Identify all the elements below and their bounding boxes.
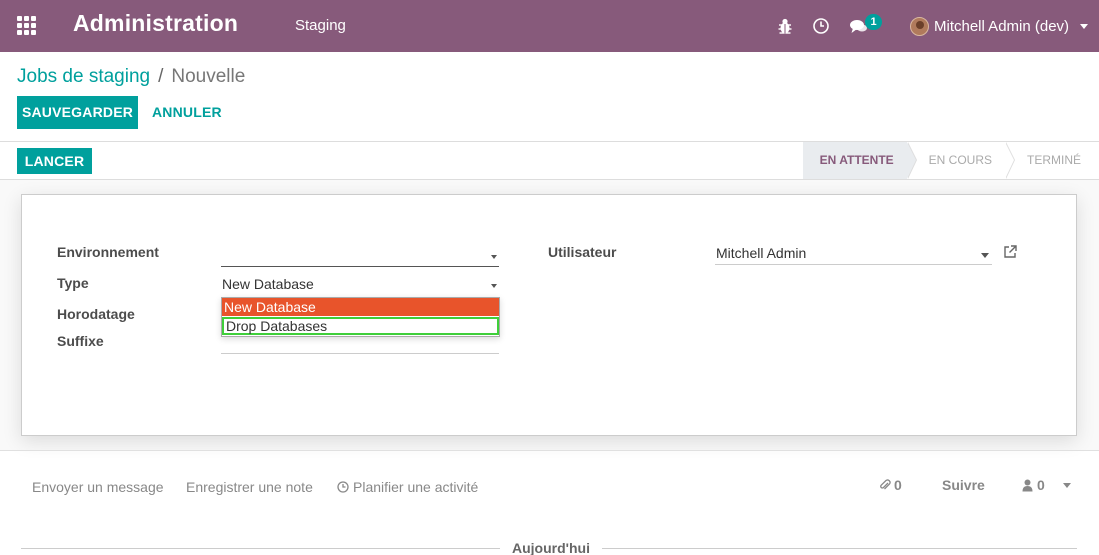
breadcrumb: Jobs de staging / Nouvelle <box>17 66 245 88</box>
launch-button[interactable]: LANCER <box>17 148 92 174</box>
avatar <box>910 16 929 36</box>
followers-button[interactable]: 0 <box>1022 477 1071 493</box>
dropdown-caret-icon <box>981 253 989 258</box>
app-title: Administration <box>73 10 239 36</box>
chat-badge: 1 <box>865 14 882 30</box>
chatter-divider <box>0 450 1099 451</box>
date-separator-label: Aujourd'hui <box>500 540 602 555</box>
environment-label: Environnement <box>57 244 159 260</box>
apps-menu-icon[interactable] <box>17 16 37 36</box>
save-button[interactable]: SAUVEGARDER <box>17 96 138 129</box>
environment-field[interactable] <box>221 243 499 267</box>
breadcrumb-parent[interactable]: Jobs de staging <box>17 66 150 88</box>
type-label: Type <box>57 275 89 291</box>
stage-pending[interactable]: EN ATTENTE <box>802 142 917 179</box>
dropdown-caret-icon <box>491 255 497 259</box>
stage-done[interactable]: TERMINÉ <box>1005 142 1099 179</box>
breadcrumb-current: Nouvelle <box>171 66 246 87</box>
dropdown-caret-icon <box>491 284 497 288</box>
cancel-button[interactable]: ANNULER <box>152 104 222 120</box>
attachments-button[interactable]: 0 <box>879 477 902 493</box>
user-field[interactable]: Mitchell Admin <box>715 241 992 265</box>
type-option[interactable]: New Database <box>222 298 499 316</box>
log-note-button[interactable]: Enregistrer une note <box>186 479 313 495</box>
app-window: Administration Staging 1 Mitchell Admin … <box>0 0 1099 555</box>
type-select[interactable]: New Database <box>221 272 499 296</box>
paperclip-icon <box>880 479 891 490</box>
stage-label: EN COURS <box>928 153 992 167</box>
form-sheet <box>21 194 1077 436</box>
chevron-down-icon <box>1080 23 1089 29</box>
suffix-label: Suffixe <box>57 333 104 349</box>
breadcrumb-separator: / <box>158 66 164 87</box>
bug-icon[interactable] <box>777 16 793 36</box>
stage-pipeline: EN ATTENTE EN COURS TERMINÉ <box>802 142 1099 179</box>
follow-button[interactable]: Suivre <box>942 477 985 493</box>
stage-running[interactable]: EN COURS <box>907 142 1015 179</box>
type-dropdown-list: New Database Drop Databases <box>221 297 500 337</box>
clock-icon <box>337 481 349 493</box>
chevron-down-icon <box>1062 482 1071 488</box>
stage-label: EN ATTENTE <box>819 153 894 167</box>
stage-label: TERMINÉ <box>1027 153 1081 167</box>
clock-icon[interactable] <box>812 16 830 36</box>
top-navbar: Administration Staging 1 Mitchell Admin … <box>0 0 1099 52</box>
user-icon <box>1022 479 1033 491</box>
user-name: Mitchell Admin (dev) <box>934 17 1070 35</box>
menu-item-staging[interactable]: Staging <box>295 17 346 34</box>
user-menu[interactable]: Mitchell Admin (dev) <box>910 15 1089 37</box>
send-message-button[interactable]: Envoyer un message <box>32 479 164 495</box>
schedule-activity-button[interactable]: Planifier une activité <box>337 479 478 495</box>
external-link-icon[interactable] <box>1002 244 1018 260</box>
user-label: Utilisateur <box>548 244 617 260</box>
type-option[interactable]: Drop Databases <box>222 317 499 335</box>
timestamp-label: Horodatage <box>57 306 135 322</box>
statusbar: LANCER EN ATTENTE EN COURS TERMINÉ <box>0 141 1099 180</box>
